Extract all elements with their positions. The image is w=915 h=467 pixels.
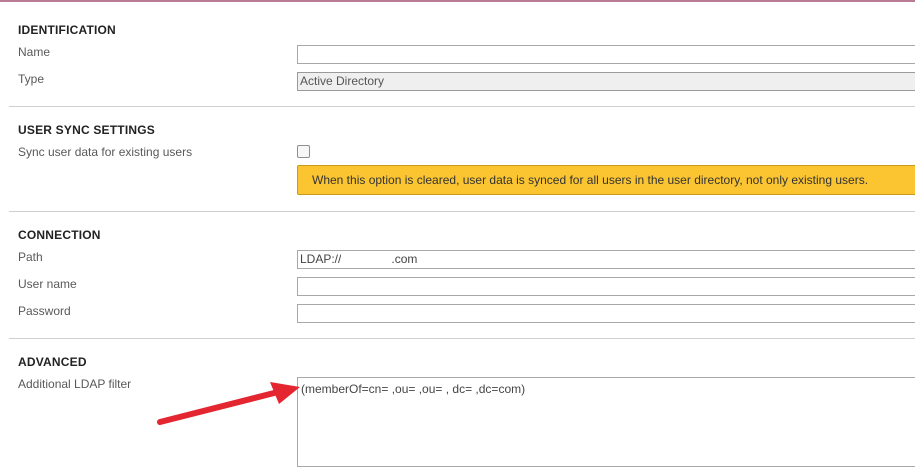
annotation-arrow-icon [157,382,300,425]
path-prefix: LDAP:// [300,252,342,266]
divider [9,211,915,212]
section-title-advanced: ADVANCED [18,355,87,369]
sync-existing-users-label: Sync user data for existing users [18,145,193,159]
type-select[interactable]: Active Directory [297,72,915,91]
name-label: Name [18,45,51,59]
password-field[interactable] [297,304,915,323]
username-field[interactable] [297,277,915,296]
section-title-connection: CONNECTION [18,228,101,242]
path-suffix: .com [391,252,418,266]
ldap-filter-textarea[interactable]: (memberOf=cn= ,ou= ,ou= , dc= ,dc=com) [297,377,915,467]
path-field[interactable]: LDAP:// .com [297,250,915,269]
divider [9,338,915,339]
section-title-user-sync: USER SYNC SETTINGS [18,123,155,137]
name-field[interactable] [297,45,915,64]
sync-existing-users-checkbox[interactable] [297,145,310,158]
password-label: Password [18,304,71,318]
ldap-filter-label: Additional LDAP filter [18,377,132,391]
section-title-identification: IDENTIFICATION [18,23,116,37]
redacted-host [341,253,392,266]
type-label: Type [18,72,45,86]
divider [9,106,915,107]
path-label: Path [18,250,43,264]
username-label: User name [18,277,77,291]
top-accent-line [0,0,915,2]
sync-warning-banner: When this option is cleared, user data i… [297,165,915,195]
